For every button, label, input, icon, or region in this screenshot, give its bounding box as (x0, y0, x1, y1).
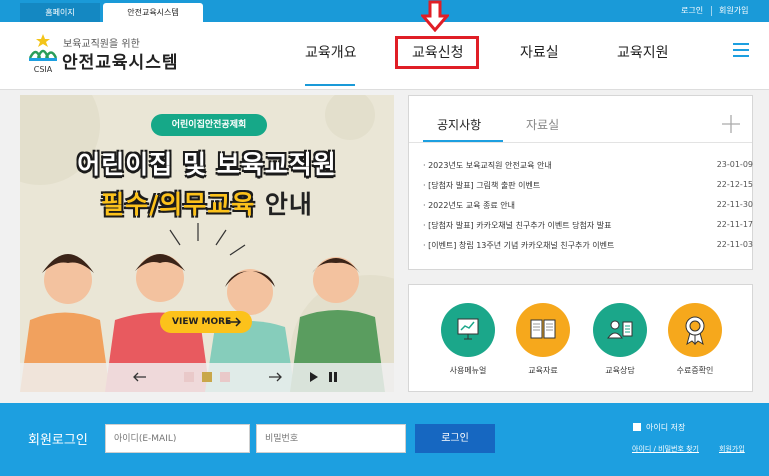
slider-dot[interactable] (220, 372, 230, 382)
banner-headline-2: 필수/의무교육 안내 (20, 185, 394, 221)
tab-homepage[interactable]: 홈페이지 (20, 3, 100, 22)
down-arrow-annotation-icon (421, 0, 449, 32)
login-button[interactable]: 로그인 (415, 424, 495, 453)
list-item[interactable]: · [이벤트] 창립 13주년 기념 카카오채널 친구추가 이벤트 22-11-0… (423, 240, 753, 252)
csia-logo-icon[interactable]: CSIA (26, 32, 60, 76)
nav-resources[interactable]: 자료실 (520, 42, 559, 62)
arrow-right-icon (226, 317, 242, 327)
pause-icon[interactable] (329, 372, 337, 382)
notice-panel: 공지사항 자료실 · 2023년도 보육교직원 안전교육 안내 23-01-09 … (408, 95, 753, 270)
nav-edu-support[interactable]: 교육지원 (617, 42, 669, 62)
top-signup-link[interactable]: 회원가입 (719, 5, 748, 16)
tab-safety-system[interactable]: 안전교육시스템 (103, 3, 203, 22)
presentation-board-icon (457, 318, 479, 340)
list-item[interactable]: · [당첨자 발표] 카카오채널 친구추가 이벤트 당첨자 발표 22-11-17 (423, 220, 753, 232)
slider-controls (20, 363, 394, 392)
banner-chip: 어린이집안전공제회 (151, 114, 267, 136)
counseling-button[interactable] (593, 303, 647, 357)
login-bar: 회원로그인 로그인 아이디 저장 아이디 / 비밀번호 찾기 회원가입 (0, 403, 769, 476)
tab-resources[interactable]: 자료실 (526, 116, 559, 133)
award-medal-icon (685, 316, 705, 345)
list-item[interactable]: · 2022년도 교육 종료 안내 22-11-30 (423, 200, 753, 212)
quick-label: 교육자료 (528, 366, 558, 375)
slider-dot[interactable] (184, 372, 194, 382)
plus-icon[interactable] (722, 115, 740, 133)
highlight-box (395, 36, 479, 69)
certificate-button[interactable] (668, 303, 722, 357)
list-item[interactable]: · [당첨자 발표] 그림책 출판 이벤트 22-12-15 (423, 180, 753, 192)
banner-headline-rest: 안내 (255, 190, 313, 219)
logo-text: CSIA (34, 65, 53, 74)
quick-label: 사용메뉴얼 (449, 366, 487, 375)
banner-headline-1: 어린이집 및 보육교직원 (77, 150, 337, 179)
top-bar: 홈페이지 안전교육시스템 로그인 회원가입 (0, 0, 769, 22)
quick-label: 수료증확인 (676, 366, 714, 375)
play-icon[interactable] (310, 372, 318, 382)
login-title: 회원로그인 (28, 433, 88, 448)
password-field[interactable] (256, 424, 406, 453)
top-link-divider (711, 6, 712, 16)
banner-illustration (20, 95, 394, 392)
prev-arrow-icon[interactable] (132, 372, 146, 382)
manual-button[interactable] (441, 303, 495, 357)
top-login-link[interactable]: 로그인 (681, 5, 703, 16)
next-arrow-icon[interactable] (269, 372, 283, 382)
edu-materials-button[interactable] (516, 303, 570, 357)
logo-title[interactable]: 안전교육시스템 (62, 48, 178, 73)
nav-edu-overview[interactable]: 교육개요 (305, 42, 357, 62)
divider (409, 142, 752, 143)
counseling-icon (607, 320, 633, 339)
menu-icon[interactable] (733, 43, 749, 57)
active-nav-underline (305, 84, 355, 86)
book-icon (530, 319, 556, 339)
view-more-button[interactable]: VIEW MORE (160, 311, 252, 333)
slider-dot-active[interactable] (202, 372, 212, 382)
site-header: CSIA 보육교직원을 위한 안전교육시스템 교육개요 교육신청 자료실 교육지… (0, 22, 769, 90)
list-item[interactable]: · 2023년도 보육교직원 안전교육 안내 23-01-09 (423, 160, 753, 172)
banner-headline-highlight: 필수/의무교육 (101, 190, 256, 219)
login-signup-link[interactable]: 회원가입 (719, 444, 745, 454)
find-account-link[interactable]: 아이디 / 비밀번호 찾기 (632, 444, 699, 454)
quick-label: 교육상담 (605, 366, 635, 375)
save-id-label: 아이디 저장 (646, 423, 686, 432)
save-id-checkbox[interactable] (633, 423, 641, 431)
main-banner[interactable]: 어린이집안전공제회 어린이집 및 보육교직원 필수/의무교육 안내 VIEW M… (20, 95, 394, 392)
email-field[interactable] (105, 424, 250, 453)
tab-notice[interactable]: 공지사항 (437, 116, 481, 133)
quick-menu-panel: 사용메뉴얼 교육자료 교육상담 수료증확인 (408, 284, 753, 392)
